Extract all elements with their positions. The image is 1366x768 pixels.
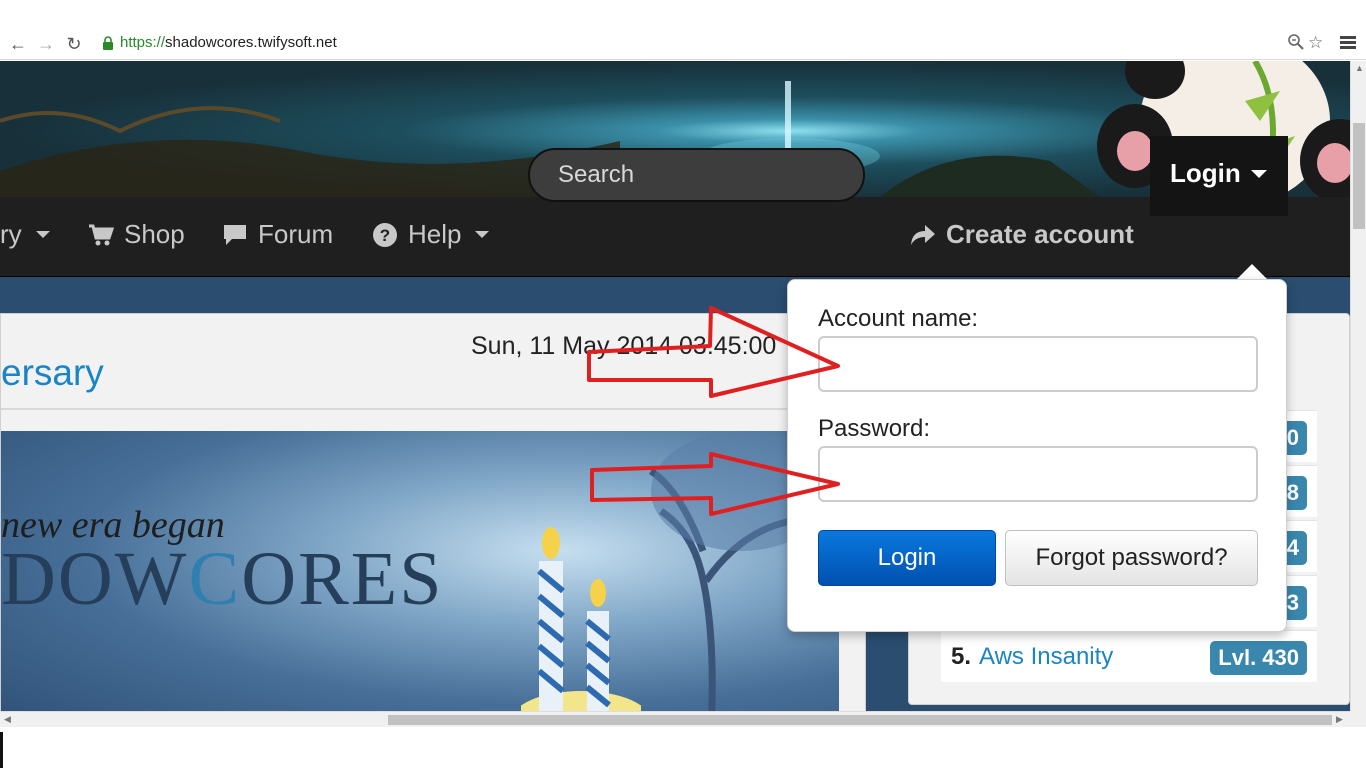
password-label: Password: bbox=[818, 415, 931, 442]
divider bbox=[1, 408, 867, 410]
scroll-left-icon[interactable]: ◀ bbox=[4, 714, 11, 725]
create-account-label: Create account bbox=[946, 219, 1134, 249]
chevron-down-icon bbox=[475, 231, 490, 238]
banner-logo-text: DOWCORES bbox=[1, 536, 444, 623]
player-name-link[interactable]: Aws Insanity bbox=[979, 643, 1113, 671]
main-navbar: ry Shop Forum ? Help Create account bbox=[0, 197, 1350, 277]
login-popover: Account name: Password: Login Forgot pas… bbox=[787, 279, 1287, 632]
reload-icon[interactable]: ↻ bbox=[62, 32, 86, 56]
scroll-up-icon[interactable]: ▲ bbox=[1355, 63, 1364, 73]
cursor-mark bbox=[0, 732, 3, 768]
nav-item-label: Forum bbox=[258, 219, 334, 249]
password-input[interactable] bbox=[818, 446, 1258, 502]
bottom-strip bbox=[0, 727, 1366, 768]
anniversary-image: new era began DOWCORES bbox=[1, 431, 839, 711]
vertical-scrollbar[interactable]: ▲ bbox=[1350, 61, 1366, 711]
share-arrow-icon bbox=[911, 224, 935, 245]
nav-login-tab[interactable]: Login bbox=[1150, 136, 1288, 216]
vertical-scroll-thumb[interactable] bbox=[1353, 123, 1365, 229]
banner-logo-accent: C bbox=[188, 537, 242, 621]
forgot-password-button[interactable]: Forgot password? bbox=[1005, 530, 1258, 586]
url-host: shadowcores.twifysoft.net bbox=[165, 34, 337, 51]
ranking-row[interactable]: 5. Aws Insanity Lvl. 430 bbox=[941, 630, 1317, 682]
account-name-input[interactable] bbox=[818, 336, 1258, 392]
horizontal-scrollbar[interactable]: ◀ ▶ bbox=[0, 711, 1350, 727]
zoom-icon[interactable] bbox=[1287, 33, 1305, 51]
search-input[interactable]: Search bbox=[528, 148, 865, 202]
birthday-candles bbox=[521, 527, 641, 711]
rank-number: 5. bbox=[951, 643, 972, 670]
account-name-label: Account name: bbox=[818, 305, 979, 332]
nav-item-forum[interactable]: Forum bbox=[222, 219, 333, 250]
address-bar[interactable]: https://shadowcores.twifysoft.net bbox=[120, 34, 337, 51]
menu-icon[interactable] bbox=[1340, 34, 1360, 54]
horizontal-scroll-thumb[interactable] bbox=[388, 715, 1332, 725]
url-scheme: https:// bbox=[120, 34, 166, 51]
nav-create-account[interactable]: Create account bbox=[910, 219, 1134, 250]
nav-item-gallery[interactable]: ry bbox=[0, 219, 50, 250]
scrollbar-corner bbox=[1350, 711, 1366, 727]
back-arrow-icon[interactable]: ← bbox=[6, 32, 30, 56]
lock-icon bbox=[103, 36, 113, 50]
login-tab-label: Login bbox=[1170, 158, 1267, 189]
banner-logo-lead: DOW bbox=[1, 537, 189, 621]
svg-text:?: ? bbox=[380, 226, 390, 245]
star-icon[interactable]: ☆ bbox=[1308, 33, 1323, 53]
news-title[interactable]: ersary bbox=[1, 352, 104, 394]
news-date: Sun, 11 May 2014 03:45:00 bbox=[471, 332, 777, 360]
question-circle-icon: ? bbox=[373, 222, 397, 247]
level-badge: Lvl. 430 bbox=[1210, 641, 1307, 675]
cart-icon bbox=[89, 224, 114, 245]
forward-arrow-icon[interactable]: → bbox=[34, 32, 58, 56]
popover-arrow bbox=[1236, 264, 1268, 280]
banner-logo-tail: ORES bbox=[241, 537, 444, 621]
scroll-right-icon[interactable]: ▶ bbox=[1336, 714, 1343, 725]
nav-item-shop[interactable]: Shop bbox=[88, 219, 185, 250]
chevron-down-icon bbox=[35, 231, 50, 238]
nav-item-label: Shop bbox=[124, 219, 185, 249]
nav-item-label: ry bbox=[0, 219, 22, 249]
chevron-down-icon bbox=[1250, 169, 1267, 178]
nav-item-help[interactable]: ? Help bbox=[372, 219, 490, 250]
speech-bubble-icon bbox=[224, 224, 246, 245]
login-button[interactable]: Login bbox=[818, 530, 996, 586]
news-panel: Sun, 11 May 2014 03:45:00 ersary new era… bbox=[0, 313, 867, 711]
login-label: Login bbox=[1170, 158, 1241, 188]
browser-toolbar: ← → ↻ https://shadowcores.twifysoft.net … bbox=[0, 28, 1366, 60]
nav-item-label: Help bbox=[408, 219, 462, 249]
